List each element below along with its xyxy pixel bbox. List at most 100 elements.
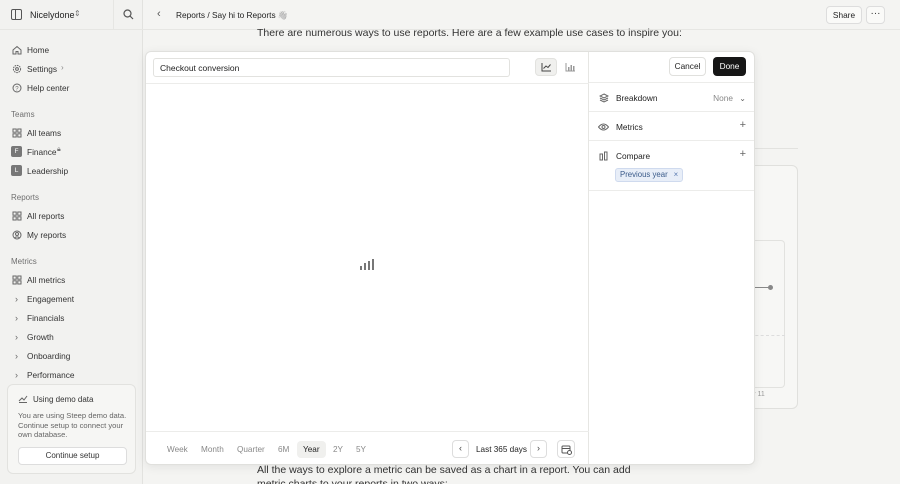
period-label[interactable]: Last 365 days	[476, 445, 527, 454]
team-badge: F	[11, 146, 22, 157]
sidebar-toggle-icon[interactable]	[11, 9, 22, 20]
granularity-week[interactable]: Week	[161, 441, 194, 458]
chart-point	[768, 285, 773, 290]
lock-icon: 🔒︎	[57, 146, 61, 153]
done-button[interactable]: Done	[713, 57, 746, 76]
compare-chip-label: Previous year	[620, 170, 668, 179]
user-icon	[11, 229, 22, 240]
sidebar-item-performance[interactable]: › Performance	[7, 366, 135, 383]
range-year[interactable]: Year	[297, 441, 326, 458]
sidebar-item-label: Engagement	[27, 294, 75, 304]
background-chart-area	[750, 240, 785, 388]
home-icon	[11, 44, 22, 55]
range-2y[interactable]: 2Y	[327, 441, 349, 458]
chevron-down-icon[interactable]: ⌄	[739, 93, 746, 104]
section-title-reports: Reports	[11, 193, 40, 202]
calendar-settings-icon	[561, 445, 572, 455]
grid-icon	[11, 210, 22, 221]
divider	[589, 190, 754, 191]
range-6m[interactable]: 6M	[272, 441, 295, 458]
demo-card-description: You are using Steep demo data. Continue …	[18, 411, 127, 439]
previous-period-button[interactable]: ‹	[452, 440, 469, 458]
compare-row[interactable]: Compare +	[589, 140, 754, 169]
granularity-quarter[interactable]: Quarter	[231, 441, 271, 458]
chevron-right-icon[interactable]: ›	[11, 293, 22, 304]
sidebar-item-all-reports[interactable]: All reports	[7, 207, 135, 224]
sidebar-item-all-teams[interactable]: All teams	[7, 124, 135, 141]
search-button[interactable]	[113, 0, 143, 30]
granularity-month[interactable]: Month	[195, 441, 230, 458]
section-title-teams: Teams	[11, 110, 35, 119]
add-compare-icon[interactable]: +	[740, 149, 746, 160]
workspace-switcher[interactable]: Nicelydone ⇕	[0, 0, 143, 30]
metrics-row[interactable]: Metrics +	[589, 111, 754, 140]
sidebar-item-home[interactable]: Home	[7, 41, 135, 58]
breakdown-row[interactable]: Breakdown None ⌄	[589, 82, 754, 111]
sidebar-item-label: All reports	[27, 211, 65, 221]
chevron-right-icon[interactable]: ›	[11, 331, 22, 342]
sidebar-item-engagement[interactable]: › Engagement	[7, 290, 135, 307]
sidebar-item-all-metrics[interactable]: All metrics	[7, 271, 135, 288]
sidebar-item-help-center[interactable]: ? Help center	[7, 79, 135, 96]
sidebar-item-leadership[interactable]: L Leadership	[7, 162, 135, 179]
chart-line-icon	[18, 394, 28, 405]
gear-icon	[11, 63, 22, 74]
sidebar: Nicelydone ⇕ Home Settings › ? Help cent…	[0, 0, 143, 484]
top-bar: ‹ Reports / Say hi to Reports 👋 Share ··…	[143, 0, 900, 30]
compare-label: Compare	[616, 151, 651, 161]
grid-icon	[11, 127, 22, 138]
chevron-right-icon[interactable]: ›	[11, 312, 22, 323]
layers-icon	[598, 92, 609, 103]
sidebar-item-label: All metrics	[27, 275, 66, 285]
breakdown-label: Breakdown	[616, 93, 658, 103]
back-arrow-icon[interactable]: ‹	[157, 8, 161, 20]
team-badge-letter: L	[11, 165, 22, 176]
line-chart-toggle[interactable]	[535, 58, 557, 76]
compare-bars-icon	[598, 150, 609, 161]
help-icon: ?	[11, 82, 22, 93]
sidebar-item-growth[interactable]: › Growth	[7, 328, 135, 345]
share-button[interactable]: Share	[826, 6, 862, 24]
document-paragraph: There are numerous ways to use reports. …	[257, 27, 682, 39]
chevron-right-icon: ›	[61, 63, 64, 72]
sidebar-item-label: Help center	[27, 83, 70, 93]
more-options-button[interactable]: ···	[866, 6, 885, 24]
chevron-updown-icon[interactable]: ⇕	[74, 9, 81, 18]
demo-data-card: Using demo data You are using Steep demo…	[7, 384, 136, 474]
sidebar-item-my-reports[interactable]: My reports	[7, 226, 135, 243]
eye-icon	[598, 121, 609, 132]
chart-editor-modal: Checkout conversion Week Month Quarter 6…	[145, 51, 755, 465]
sidebar-item-finance[interactable]: F Finance 🔒︎	[7, 143, 135, 160]
close-icon[interactable]: ×	[674, 170, 679, 179]
breadcrumb-text[interactable]: Reports / Say hi to Reports	[176, 10, 276, 20]
divider	[146, 83, 589, 84]
chart-gridline	[750, 335, 785, 336]
sidebar-item-label: Financials	[27, 313, 65, 323]
sidebar-item-financials[interactable]: › Financials	[7, 309, 135, 326]
sidebar-item-label: Leadership	[27, 166, 69, 176]
sidebar-item-label: Finance	[27, 147, 57, 157]
bar-chart-toggle[interactable]	[559, 58, 581, 76]
sidebar-item-onboarding[interactable]: › Onboarding	[7, 347, 135, 364]
sidebar-item-label: Growth	[27, 332, 54, 342]
calendar-settings-button[interactable]	[557, 440, 575, 458]
line-chart-icon	[541, 63, 551, 72]
team-badge: L	[11, 165, 22, 176]
wave-emoji: 👋	[277, 10, 289, 20]
team-badge-letter: F	[11, 146, 22, 157]
sidebar-item-settings[interactable]: Settings ›	[7, 60, 135, 77]
continue-setup-button[interactable]: Continue setup	[18, 447, 127, 465]
compare-chip[interactable]: Previous year ×	[615, 168, 684, 182]
cancel-button[interactable]: Cancel	[669, 57, 706, 76]
chart-preview-panel: Checkout conversion Week Month Quarter 6…	[146, 52, 589, 464]
chart-title-input[interactable]: Checkout conversion	[153, 58, 510, 77]
add-metric-icon[interactable]: +	[740, 120, 746, 131]
workspace-name[interactable]: Nicelydone	[30, 10, 75, 20]
chevron-right-icon[interactable]: ›	[11, 369, 22, 380]
time-range-bar: Week Month Quarter 6M Year 2Y 5Y ‹ Last …	[146, 431, 589, 464]
divider	[750, 148, 798, 149]
next-period-button[interactable]: ›	[530, 440, 547, 458]
chevron-right-icon[interactable]: ›	[11, 350, 22, 361]
breakdown-value[interactable]: None	[713, 93, 733, 103]
range-5y[interactable]: 5Y	[350, 441, 372, 458]
